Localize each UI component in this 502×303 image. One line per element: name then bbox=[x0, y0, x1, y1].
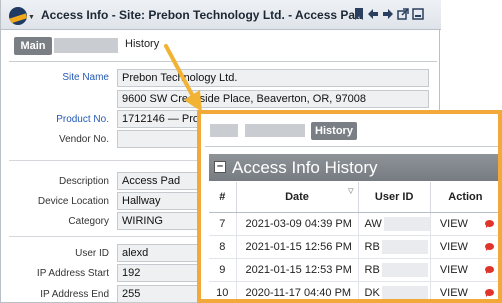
table-row[interactable]: 9 2021-01-15 12:53 PM RB VIEW bbox=[209, 258, 498, 282]
device-location-label: Device Location bbox=[37, 196, 109, 207]
comment-icon[interactable] bbox=[485, 288, 494, 297]
tab-redacted[interactable] bbox=[210, 124, 238, 137]
row-number: 7 bbox=[209, 212, 237, 236]
row-date: 2021-01-15 12:56 PM bbox=[236, 235, 359, 259]
history-table: # Date ▽ User ID Action 7 2021-03-09 04:… bbox=[209, 182, 498, 299]
row-user-id: RB bbox=[358, 258, 431, 282]
redacted-user bbox=[381, 285, 428, 299]
category-label: Category bbox=[68, 216, 109, 227]
row-date: 2021-01-15 12:53 PM bbox=[236, 258, 359, 282]
row-number: 8 bbox=[209, 235, 237, 259]
product-no-label[interactable]: Product No. bbox=[9, 114, 109, 125]
tab-redacted[interactable] bbox=[245, 124, 305, 137]
sort-icon[interactable]: ▽ bbox=[348, 187, 353, 195]
vendor-no-label: Vendor No. bbox=[58, 134, 109, 145]
row-action: VIEW bbox=[430, 235, 498, 259]
table-row[interactable]: 7 2021-03-09 04:39 PM AW VIEW bbox=[209, 212, 498, 236]
redacted-user bbox=[381, 239, 428, 254]
window-title: Access Info - Site: Prebon Technology Lt… bbox=[41, 8, 363, 22]
row-user-initials: RB bbox=[364, 240, 380, 253]
comment-icon[interactable] bbox=[485, 219, 494, 228]
row-number: 9 bbox=[209, 258, 237, 282]
row-action-label: VIEW bbox=[439, 286, 468, 299]
chevron-down-icon[interactable]: ▼ bbox=[28, 14, 35, 21]
table-header-row: # Date ▽ User ID Action bbox=[209, 182, 498, 213]
redacted-user bbox=[381, 262, 428, 277]
row-user-id: RB bbox=[358, 235, 431, 259]
collapse-icon[interactable]: – bbox=[214, 161, 226, 173]
tab-history[interactable]: History bbox=[125, 38, 159, 50]
app-logo-icon[interactable] bbox=[9, 7, 27, 25]
title-bar: ▼ Access Info - Site: Prebon Technology … bbox=[1, 0, 441, 30]
popup-tab-bar: History bbox=[201, 114, 498, 144]
row-user-initials: DK bbox=[364, 286, 380, 299]
popup-tab-divider bbox=[205, 146, 498, 147]
column-header-action[interactable]: Action bbox=[430, 182, 498, 213]
row-action-label: VIEW bbox=[439, 240, 468, 253]
ip-end-label: IP Address End bbox=[40, 289, 109, 300]
column-header-date-label: Date bbox=[285, 190, 309, 203]
section-header: – Access Info History bbox=[209, 154, 498, 181]
column-header-user-id[interactable]: User ID bbox=[358, 182, 431, 213]
minimize-icon[interactable] bbox=[412, 8, 424, 20]
column-header-num[interactable]: # bbox=[209, 182, 237, 213]
row-user-initials: RB bbox=[364, 263, 380, 276]
column-header-date[interactable]: Date ▽ bbox=[236, 182, 359, 213]
table-row[interactable]: 8 2021-01-15 12:56 PM RB VIEW bbox=[209, 235, 498, 259]
row-action-label: VIEW bbox=[439, 263, 468, 276]
callout-arrow-icon bbox=[164, 44, 202, 112]
comment-icon[interactable] bbox=[485, 265, 494, 274]
row-date: 2021-03-09 04:39 PM bbox=[236, 212, 359, 236]
row-user-id: AW bbox=[358, 212, 431, 236]
row-date: 2020-11-17 04:40 PM bbox=[236, 281, 359, 299]
description-label: Description bbox=[58, 176, 109, 187]
tab-redacted[interactable] bbox=[54, 38, 118, 53]
comment-icon[interactable] bbox=[485, 242, 494, 251]
row-action: VIEW bbox=[430, 212, 498, 236]
row-number: 10 bbox=[209, 281, 237, 299]
back-icon[interactable] bbox=[367, 8, 379, 20]
row-action-label: VIEW bbox=[439, 217, 468, 230]
tab-divider bbox=[9, 61, 437, 62]
tab-main[interactable]: Main bbox=[14, 37, 52, 55]
ip-start-label: IP Address Start bbox=[36, 268, 109, 279]
row-user-initials: AW bbox=[364, 217, 382, 230]
history-popup: History – Access Info History # Date ▽ U… bbox=[197, 110, 502, 303]
row-action: VIEW bbox=[430, 258, 498, 282]
redacted-user bbox=[383, 216, 430, 231]
table-row[interactable]: 10 2020-11-17 04:40 PM DK VIEW bbox=[209, 281, 498, 299]
row-user-id: DK bbox=[358, 281, 431, 299]
user-id-label: User ID bbox=[75, 248, 109, 259]
tab-history-active[interactable]: History bbox=[311, 122, 357, 140]
popout-icon[interactable] bbox=[397, 8, 409, 20]
site-name-label[interactable]: Site Name bbox=[9, 72, 109, 83]
row-action: VIEW bbox=[430, 281, 498, 299]
forward-icon[interactable] bbox=[382, 8, 394, 20]
bookmark-icon[interactable] bbox=[353, 8, 365, 20]
section-title: Access Info History bbox=[232, 158, 378, 177]
